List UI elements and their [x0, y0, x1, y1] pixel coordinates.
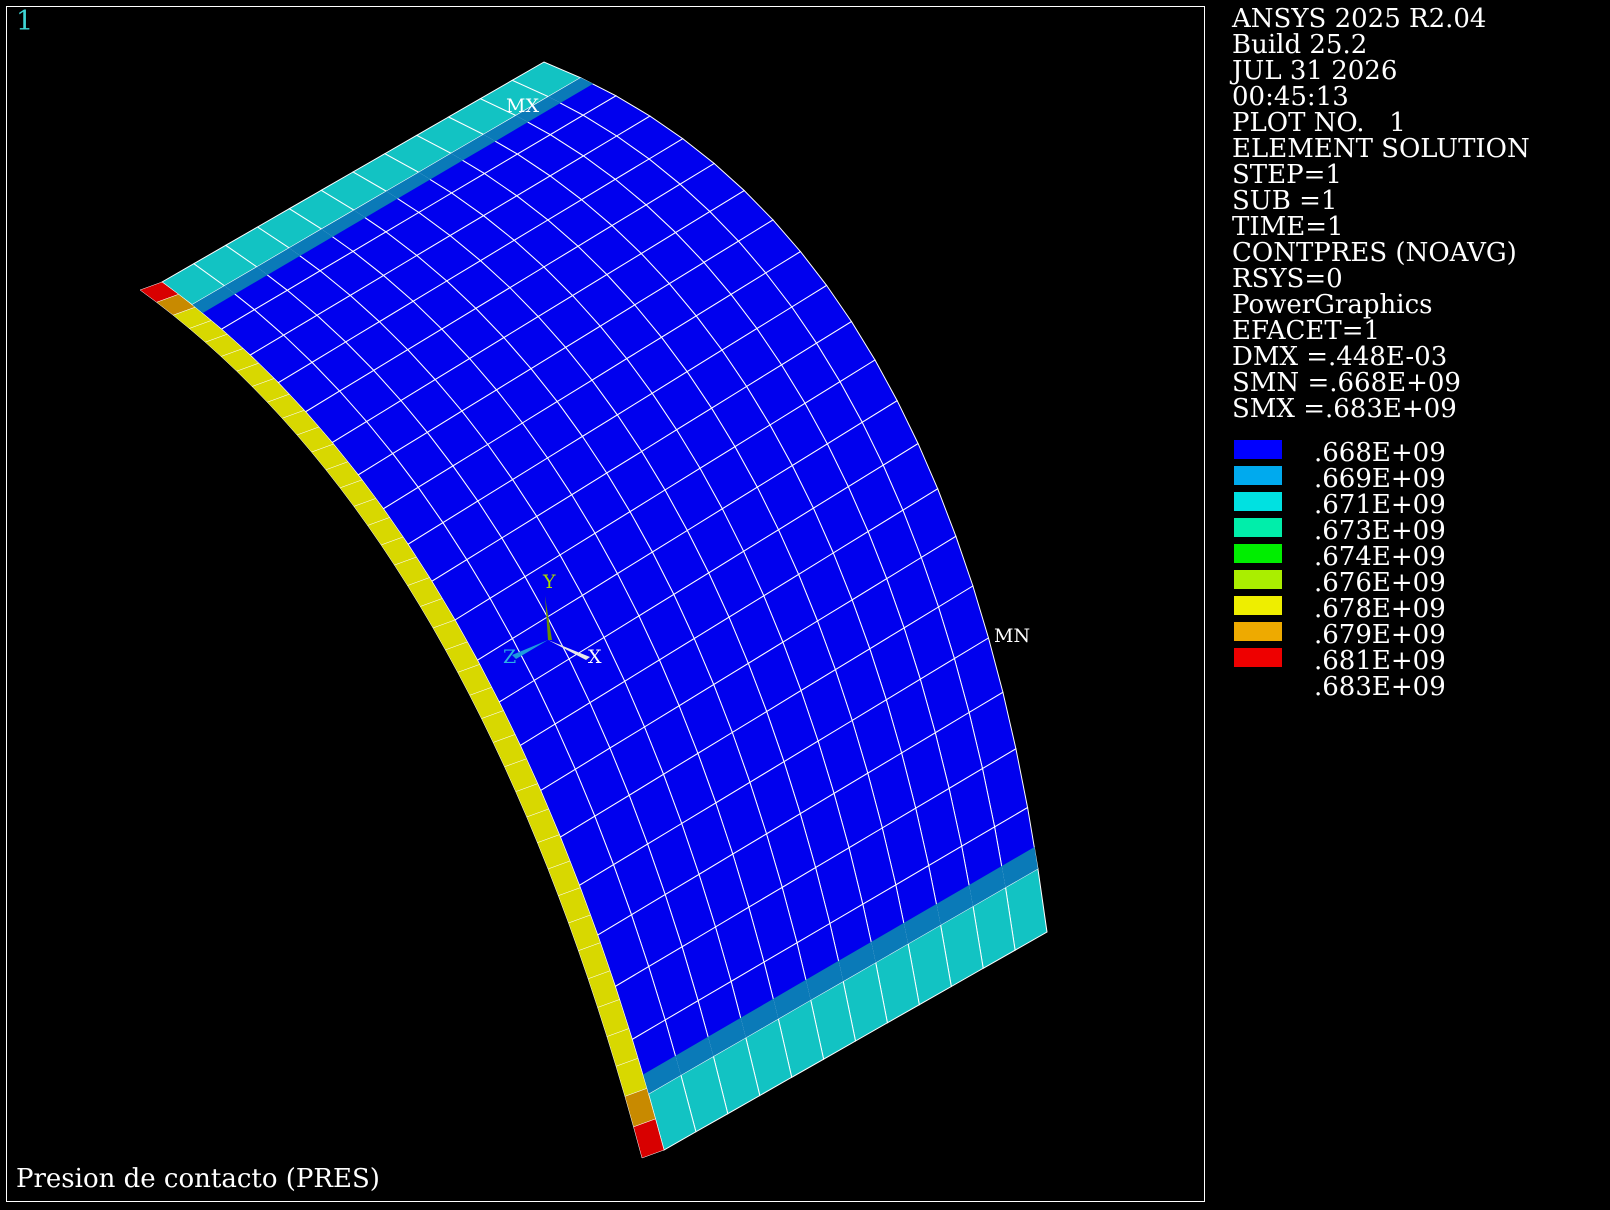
- info-line: JUL 31 2026: [1232, 56, 1398, 86]
- triad-z-label: Z: [503, 646, 516, 668]
- legend-row: .679E+09: [1232, 620, 1452, 650]
- info-line: SMX =.683E+09: [1232, 394, 1457, 424]
- info-line: SUB =1: [1232, 186, 1338, 216]
- legend-label: .683E+09: [1314, 672, 1446, 702]
- legend-swatch: [1234, 648, 1282, 667]
- plot-title: Presion de contacto (PRES): [16, 1164, 380, 1194]
- legend-row: .673E+09: [1232, 516, 1452, 546]
- legend-swatch: [1234, 596, 1282, 615]
- contact-surface-plot[interactable]: Y X Z MX MN: [0, 0, 1210, 1210]
- legend-swatch: [1234, 570, 1282, 589]
- legend-row: .676E+09: [1232, 568, 1452, 598]
- info-line: 00:45:13: [1232, 82, 1349, 112]
- legend-row: .674E+09: [1232, 542, 1452, 572]
- info-line: TIME=1: [1232, 212, 1344, 242]
- info-line: ELEMENT SOLUTION: [1232, 134, 1530, 164]
- info-line: Build 25.2: [1232, 30, 1368, 60]
- legend-row: .681E+09: [1232, 646, 1452, 676]
- info-line: RSYS=0: [1232, 264, 1343, 294]
- legend-row: .668E+09: [1232, 438, 1452, 468]
- info-line: CONTPRES (NOAVG): [1232, 238, 1517, 268]
- triad-x-label: X: [588, 646, 602, 668]
- legend-swatch: [1234, 466, 1282, 485]
- element-mesh: [139, 61, 1048, 1159]
- triad-y-label: Y: [542, 571, 556, 593]
- min-marker: MN: [994, 625, 1030, 647]
- legend-swatch: [1234, 492, 1282, 511]
- info-line: STEP=1: [1232, 160, 1342, 190]
- info-line: PLOT NO. 1: [1232, 108, 1406, 138]
- info-line: ANSYS 2025 R2.04: [1232, 4, 1487, 34]
- info-line: SMN =.668E+09: [1232, 368, 1461, 398]
- legend-swatch: [1234, 518, 1282, 537]
- info-line: DMX =.448E-03: [1232, 342, 1448, 372]
- max-marker: MX: [506, 95, 539, 117]
- legend-swatch: [1234, 622, 1282, 641]
- legend-row: .669E+09: [1232, 464, 1452, 494]
- info-line: PowerGraphics: [1232, 290, 1433, 320]
- legend-swatch: [1234, 544, 1282, 563]
- legend-row: .671E+09: [1232, 490, 1452, 520]
- legend-swatch: [1234, 440, 1282, 459]
- info-panel: ANSYS 2025 R2.04 Build 25.2 JUL 31 2026 00:…: [1232, 6, 1530, 422]
- info-line: EFACET=1: [1232, 316, 1381, 346]
- legend-row: .678E+09: [1232, 594, 1452, 624]
